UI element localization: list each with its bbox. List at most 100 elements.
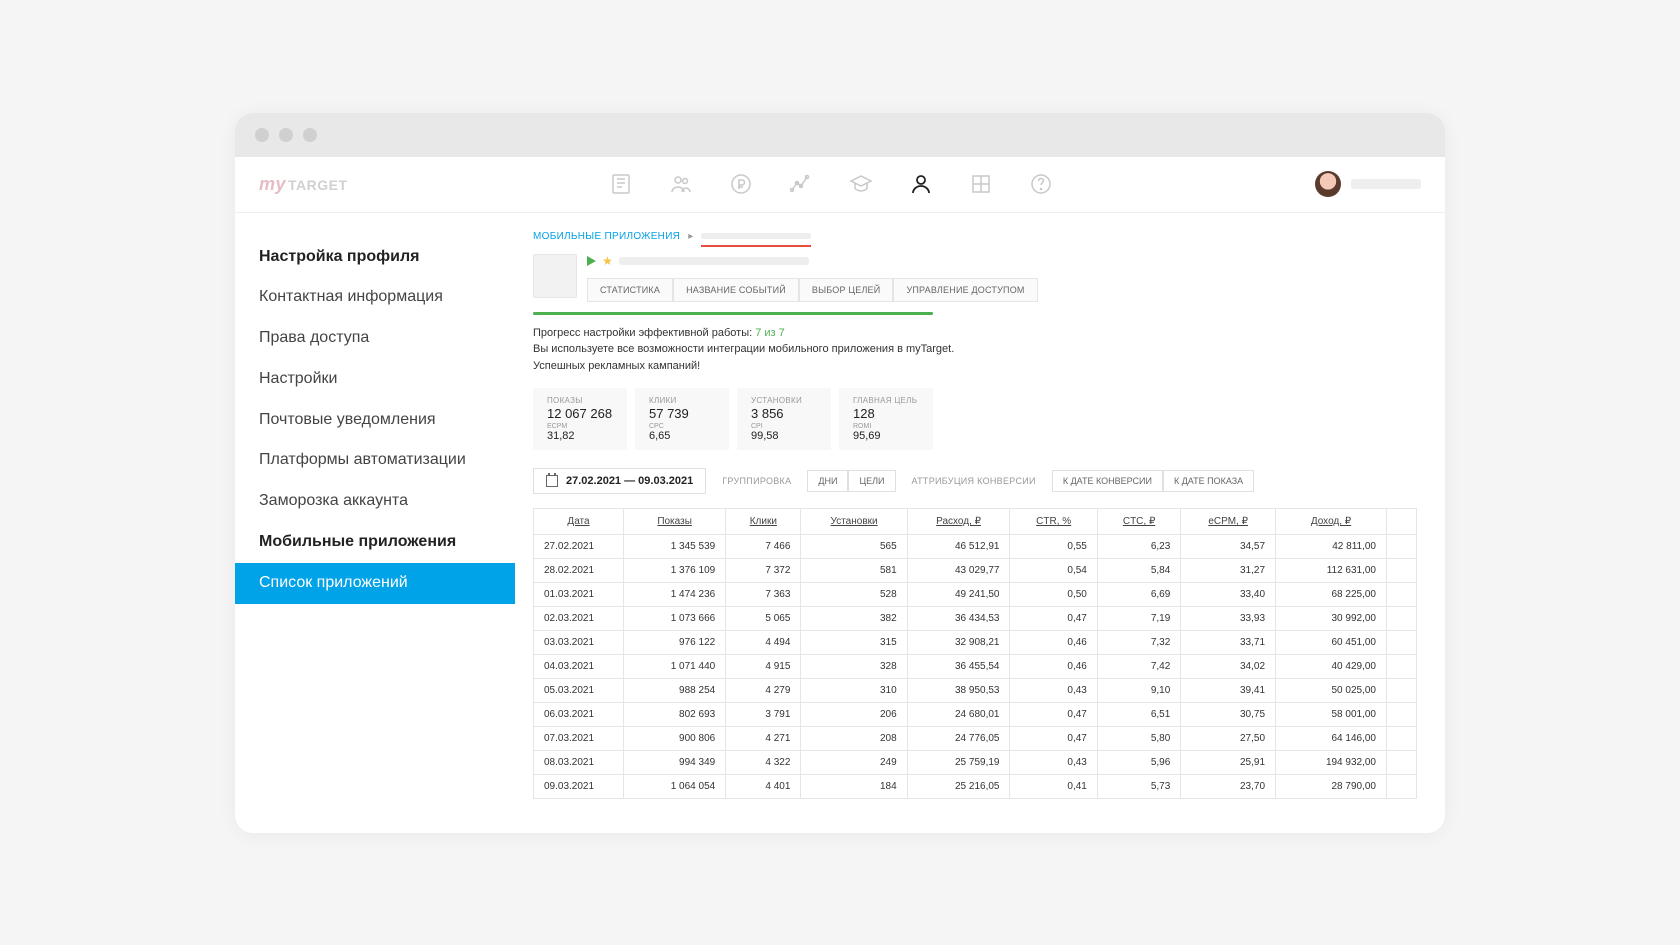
- cell-spacer: [1387, 727, 1417, 751]
- cell-7-7: 30,75: [1181, 703, 1276, 727]
- cell-8-8: 64 146,00: [1276, 727, 1387, 751]
- cell-4-8: 60 451,00: [1276, 631, 1387, 655]
- stats-table: ДатаПоказыКликиУстановкиРасход, ₽CTR, %C…: [533, 508, 1417, 799]
- breadcrumb: МОБИЛЬНЫЕ ПРИЛОЖЕНИЯ ▸: [533, 231, 1417, 242]
- window-max-dot[interactable]: [303, 128, 317, 142]
- date-range-value: 27.02.2021 — 09.03.2021: [566, 475, 693, 487]
- star-icon: ★: [602, 254, 613, 268]
- nav-stats-icon[interactable]: [789, 172, 813, 196]
- cell-10-3: 184: [801, 775, 907, 799]
- cell-7-0: 06.03.2021: [534, 703, 624, 727]
- cell-2-8: 68 225,00: [1276, 583, 1387, 607]
- cell-10-5: 0,41: [1010, 775, 1097, 799]
- table-body: 27.02.20211 345 5397 46656546 512,910,55…: [534, 535, 1417, 799]
- cell-7-6: 6,51: [1097, 703, 1180, 727]
- calendar-icon: [546, 475, 558, 487]
- tab-3[interactable]: УПРАВЛЕНИЕ ДОСТУПОМ: [893, 278, 1037, 302]
- nav-balance-icon[interactable]: [729, 172, 753, 196]
- cell-0-1: 1 345 539: [624, 535, 726, 559]
- cell-2-4: 49 241,50: [907, 583, 1010, 607]
- col-header-2[interactable]: Клики: [726, 509, 801, 535]
- nav-profile-icon[interactable]: [909, 172, 933, 196]
- cell-7-3: 206: [801, 703, 907, 727]
- sidebar-item-5[interactable]: Платформы автоматизации: [259, 440, 515, 481]
- sidebar-item-7[interactable]: Мобильные приложения: [259, 522, 515, 563]
- sidebar-item-8[interactable]: Список приложений: [235, 563, 515, 604]
- col-header-5[interactable]: CTR, %: [1010, 509, 1097, 535]
- col-header-8[interactable]: Доход, ₽: [1276, 509, 1387, 535]
- cell-7-4: 24 680,01: [907, 703, 1010, 727]
- cell-5-0: 04.03.2021: [534, 655, 624, 679]
- cell-0-3: 565: [801, 535, 907, 559]
- cell-4-0: 03.03.2021: [534, 631, 624, 655]
- tab-0[interactable]: СТАТИСТИКА: [587, 278, 673, 302]
- tab-1[interactable]: НАЗВАНИЕ СОБЫТИЙ: [673, 278, 799, 302]
- cell-5-5: 0,46: [1010, 655, 1097, 679]
- cell-0-8: 42 811,00: [1276, 535, 1387, 559]
- sidebar-item-2[interactable]: Права доступа: [259, 318, 515, 359]
- nav-audiences-icon[interactable]: [669, 172, 693, 196]
- sidebar-item-4[interactable]: Почтовые уведомления: [259, 400, 515, 441]
- nav-help-icon[interactable]: [1029, 172, 1053, 196]
- cell-0-6: 6,23: [1097, 535, 1180, 559]
- group-pill-0[interactable]: ДНИ: [807, 470, 848, 492]
- cell-spacer: [1387, 583, 1417, 607]
- cell-1-5: 0,54: [1010, 559, 1097, 583]
- stats-row: ПОКАЗЫ12 067 268ECPM31,82КЛИКИ57 739CPC6…: [533, 388, 1417, 450]
- table-row: 06.03.2021802 6933 79120624 680,010,476,…: [534, 703, 1417, 727]
- cell-1-6: 5,84: [1097, 559, 1180, 583]
- col-header-7[interactable]: eCPM, ₽: [1181, 509, 1276, 535]
- cell-1-8: 112 631,00: [1276, 559, 1387, 583]
- col-header-6[interactable]: CTC, ₽: [1097, 509, 1180, 535]
- cell-4-2: 4 494: [726, 631, 801, 655]
- grouping-label: ГРУППИРОВКА: [722, 476, 791, 486]
- col-header-4[interactable]: Расход, ₽: [907, 509, 1010, 535]
- sidebar-item-0[interactable]: Настройка профиля: [259, 237, 515, 278]
- group-pill-1[interactable]: ЦЕЛИ: [848, 470, 895, 492]
- cell-8-4: 24 776,05: [907, 727, 1010, 751]
- attr-pill-0[interactable]: К ДАТЕ КОНВЕРСИИ: [1052, 470, 1163, 492]
- cell-8-0: 07.03.2021: [534, 727, 624, 751]
- progress-line3: Успешных рекламных кампаний!: [533, 360, 700, 372]
- cell-0-0: 27.02.2021: [534, 535, 624, 559]
- google-play-icon: [587, 256, 596, 266]
- date-range-picker[interactable]: 27.02.2021 — 09.03.2021: [533, 468, 706, 494]
- logo[interactable]: myTARGET: [259, 174, 348, 195]
- cell-0-4: 46 512,91: [907, 535, 1010, 559]
- table-toolbar: 27.02.2021 — 09.03.2021 ГРУППИРОВКА ДНИЦ…: [533, 468, 1417, 494]
- cell-spacer: [1387, 703, 1417, 727]
- cell-5-2: 4 915: [726, 655, 801, 679]
- tab-2[interactable]: ВЫБОР ЦЕЛЕЙ: [799, 278, 894, 302]
- cell-1-7: 31,27: [1181, 559, 1276, 583]
- user-menu[interactable]: [1315, 171, 1421, 197]
- nav-education-icon[interactable]: [849, 172, 873, 196]
- username-placeholder: [1351, 179, 1421, 189]
- sidebar-item-6[interactable]: Заморозка аккаунта: [259, 481, 515, 522]
- app-body: Настройка профиляКонтактная информацияПр…: [235, 213, 1445, 833]
- sidebar-item-3[interactable]: Настройки: [259, 359, 515, 400]
- window-min-dot[interactable]: [279, 128, 293, 142]
- cell-8-1: 900 806: [624, 727, 726, 751]
- app-header: ★ СТАТИСТИКАНАЗВАНИЕ СОБЫТИЙВЫБОР ЦЕЛЕЙУ…: [533, 254, 1417, 302]
- cell-3-4: 36 434,53: [907, 607, 1010, 631]
- col-header-3[interactable]: Установки: [801, 509, 907, 535]
- window-close-dot[interactable]: [255, 128, 269, 142]
- cell-3-5: 0,47: [1010, 607, 1097, 631]
- cell-5-1: 1 071 440: [624, 655, 726, 679]
- breadcrumb-root[interactable]: МОБИЛЬНЫЕ ПРИЛОЖЕНИЯ: [533, 231, 680, 242]
- col-header-0[interactable]: Дата: [534, 509, 624, 535]
- cell-3-1: 1 073 666: [624, 607, 726, 631]
- cell-1-3: 581: [801, 559, 907, 583]
- attr-pill-1[interactable]: К ДАТЕ ПОКАЗА: [1163, 470, 1254, 492]
- nav-apps-icon[interactable]: [969, 172, 993, 196]
- col-header-spacer: [1387, 509, 1417, 535]
- cell-2-0: 01.03.2021: [534, 583, 624, 607]
- cell-9-8: 194 932,00: [1276, 751, 1387, 775]
- cell-1-0: 28.02.2021: [534, 559, 624, 583]
- cell-1-2: 7 372: [726, 559, 801, 583]
- sidebar-item-1[interactable]: Контактная информация: [259, 277, 515, 318]
- col-header-1[interactable]: Показы: [624, 509, 726, 535]
- cell-4-5: 0,46: [1010, 631, 1097, 655]
- nav-campaigns-icon[interactable]: [609, 172, 633, 196]
- cell-9-1: 994 349: [624, 751, 726, 775]
